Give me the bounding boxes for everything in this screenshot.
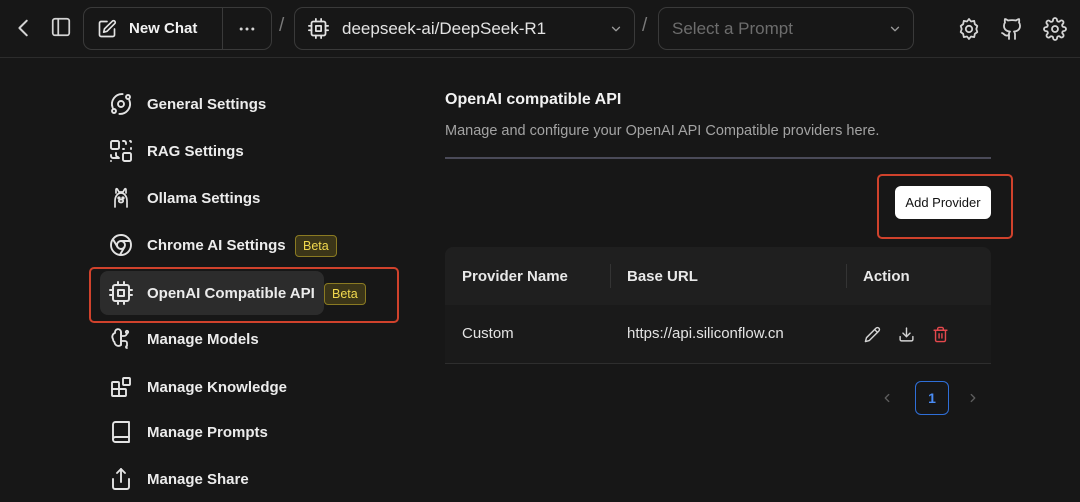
sidebar-item-label: Manage Share (147, 470, 249, 488)
beta-badge: Beta (295, 235, 337, 257)
pagination: 1 (878, 381, 986, 415)
sidebar-item-general-settings[interactable]: General Settings (100, 82, 324, 126)
edit-icon (97, 19, 117, 39)
sidebar-item-manage-prompts[interactable]: Manage Prompts (100, 410, 324, 454)
next-page-icon[interactable] (966, 391, 984, 405)
sidebar-item-label: Ollama Settings (147, 189, 261, 207)
cog-icon[interactable] (956, 16, 982, 42)
edit-pencil-icon[interactable] (863, 325, 881, 343)
add-provider-highlight-box (877, 174, 1013, 239)
sidebar-item-ollama-settings[interactable]: Ollama Settings (100, 176, 324, 220)
github-icon[interactable] (999, 16, 1025, 42)
column-divider (846, 264, 847, 288)
chevron-down-icon (609, 22, 623, 36)
base-url-cell: https://api.siliconflow.cn (627, 325, 784, 342)
sidebar-item-rag-settings[interactable]: RAG Settings (100, 129, 324, 173)
back-chevron-icon[interactable] (12, 16, 36, 40)
provider-name-cell: Custom (462, 325, 514, 342)
page-number-button[interactable]: 1 (915, 381, 949, 415)
previous-page-icon[interactable] (880, 391, 898, 405)
sidebar-item-manage-models[interactable]: Manage Models (100, 317, 324, 361)
sidebar-item-label: Chrome AI Settings (147, 236, 286, 254)
top-bar: New Chat / deepseek-ai/DeepSeek-R1 / (0, 0, 1080, 58)
sidebar-item-manage-share[interactable]: Manage Share (100, 457, 324, 501)
breadcrumb-separator: / (279, 15, 285, 36)
sidebar-item-label: Manage Models (147, 330, 259, 348)
new-chat-label: New Chat (129, 20, 198, 37)
sidebar-item-label: Manage Prompts (147, 423, 268, 441)
prompt-select-input[interactable] (672, 18, 872, 39)
chevron-down-icon (888, 22, 902, 36)
column-divider (610, 264, 611, 288)
divider (445, 157, 991, 159)
table-row: Custom https://api.siliconflow.cn (445, 305, 991, 364)
sidebar-toggle-icon[interactable] (49, 15, 73, 39)
delete-trash-icon[interactable] (931, 325, 949, 343)
chrome-icon (109, 233, 133, 257)
book-icon (109, 420, 133, 444)
combine-icon (109, 139, 133, 163)
ellipsis-icon (237, 19, 257, 39)
providers-table: Provider Name Base URL Action Custom htt… (445, 247, 991, 364)
more-options-button[interactable] (223, 19, 271, 39)
page-description: Manage and configure your OpenAI API Com… (445, 123, 880, 139)
new-chat-button[interactable]: New Chat (84, 8, 223, 49)
model-name: deepseek-ai/DeepSeek-R1 (342, 18, 547, 38)
breadcrumb-separator: / (642, 15, 648, 36)
new-chat-group: New Chat (83, 7, 272, 50)
sidebar-item-label: Manage Knowledge (147, 378, 288, 396)
brain-icon (109, 327, 133, 351)
page-title: OpenAI compatible API (445, 91, 622, 108)
sidebar-item-manage-knowledge[interactable]: Manage Knowledge (100, 365, 324, 409)
openai-api-highlight-box (89, 267, 399, 323)
blocks-icon (109, 375, 133, 399)
llama-icon (109, 186, 133, 210)
column-header-provider-name: Provider Name (462, 267, 568, 285)
download-icon[interactable] (897, 325, 915, 343)
settings-gear-icon[interactable] (1042, 16, 1068, 42)
table-header: Provider Name Base URL Action (445, 247, 991, 305)
orbit-icon (109, 92, 133, 116)
sidebar-item-chrome-ai-settings[interactable]: Chrome AI Settings (100, 223, 324, 267)
cpu-icon (308, 18, 329, 39)
sidebar-item-label: General Settings (147, 95, 267, 113)
model-selector[interactable]: deepseek-ai/DeepSeek-R1 (294, 7, 635, 50)
column-header-action: Action (863, 267, 910, 285)
sidebar-item-label: RAG Settings (147, 142, 244, 160)
column-header-base-url: Base URL (627, 267, 698, 285)
share-icon (109, 467, 133, 491)
prompt-selector[interactable] (658, 7, 914, 50)
